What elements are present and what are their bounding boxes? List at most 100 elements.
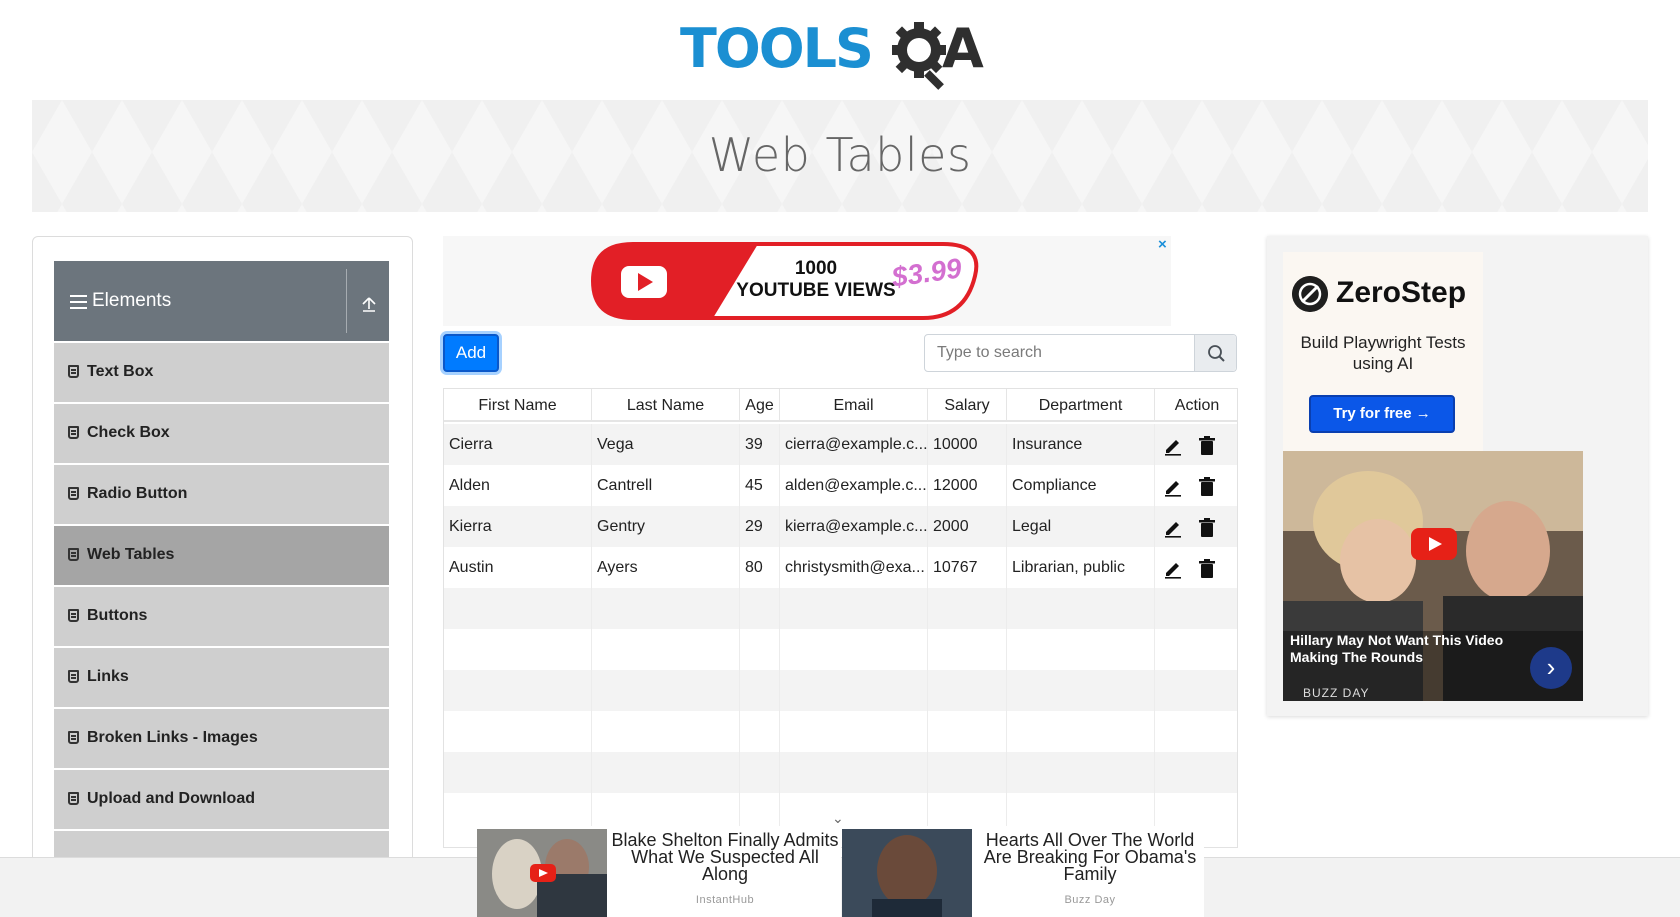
page: TOOLS A Web Tables Elements Text Box Che… xyxy=(0,0,1680,917)
try-for-free-button[interactable]: Try for free → xyxy=(1309,395,1455,433)
ad-banner-top[interactable]: 1000 YOUTUBE VIEWS $3.99 xyxy=(443,236,1171,326)
sidebar-item-label: Check Box xyxy=(87,424,170,441)
page-title: Web Tables xyxy=(708,128,972,182)
play-video-icon[interactable] xyxy=(1411,528,1457,560)
ad-line1: 1000 xyxy=(795,258,837,279)
table-row-empty xyxy=(444,588,1237,629)
delete-icon[interactable] xyxy=(1197,436,1217,456)
chevron-right-icon[interactable]: › xyxy=(1530,647,1572,689)
cell-last-name: Ayers xyxy=(592,547,740,588)
cell-last-name: Gentry xyxy=(592,506,740,547)
cell-first-name: Kierra xyxy=(444,506,592,547)
news-ad-1-image xyxy=(477,829,607,917)
col-header-email[interactable]: Email xyxy=(780,389,928,422)
logo-text-tools: TOOLS xyxy=(680,17,874,80)
cell-email: alden@example.c... xyxy=(780,465,928,506)
photo-caption[interactable]: Hillary May Not Want This Video Making T… xyxy=(1290,632,1520,666)
delete-icon[interactable] xyxy=(1197,559,1217,579)
ad-line2: YOUTUBE VIEWS xyxy=(736,280,895,301)
html5-icon xyxy=(68,426,79,439)
youtube-views-ad: 1000 YOUTUBE VIEWS $3.99 xyxy=(590,242,979,320)
news-ad-2-image xyxy=(842,829,972,917)
cell-first-name: Alden xyxy=(444,465,592,506)
html5-icon xyxy=(68,792,79,805)
search-box xyxy=(924,334,1237,372)
search-icon xyxy=(1208,345,1225,362)
table-header: First Name Last Name Age Email Salary De… xyxy=(444,389,1237,422)
sidebar-item-label: Radio Button xyxy=(87,485,188,502)
elements-group-header[interactable]: Elements xyxy=(54,261,389,341)
web-table: First Name Last Name Age Email Salary De… xyxy=(443,388,1238,848)
sidebar-item-broken-links[interactable]: Broken Links - Images xyxy=(54,707,389,768)
ad-close-icon[interactable]: × xyxy=(1158,236,1167,253)
news-ad-2[interactable]: Hearts All Over The World Are Breaking F… xyxy=(842,826,1204,917)
sidebar-item-upload-download[interactable]: Upload and Download xyxy=(54,768,389,829)
col-header-age[interactable]: Age xyxy=(740,389,780,422)
zerostep-tagline: Build Playwright Tests using AI xyxy=(1300,333,1466,373)
sidebar-item-label: Buttons xyxy=(87,607,148,624)
cell-salary: 2000 xyxy=(928,506,1007,547)
cell-first-name: Cierra xyxy=(444,424,592,465)
table-row: Austin Ayers 80 christysmith@exa... 1076… xyxy=(444,547,1237,588)
delete-icon[interactable] xyxy=(1197,518,1217,538)
delete-icon[interactable] xyxy=(1197,477,1217,497)
table-row: Kierra Gentry 29 kierra@example.c... 200… xyxy=(444,506,1237,547)
chevron-down-icon[interactable]: ⌄ xyxy=(832,810,844,827)
cell-salary: 10000 xyxy=(928,424,1007,465)
cell-age: 29 xyxy=(740,506,780,547)
cell-last-name: Vega xyxy=(592,424,740,465)
cell-first-name: Austin xyxy=(444,547,592,588)
col-header-department[interactable]: Department xyxy=(1007,389,1155,422)
cell-salary: 10767 xyxy=(928,547,1007,588)
cell-action xyxy=(1155,506,1237,547)
search-input[interactable] xyxy=(925,335,1196,371)
cell-age: 39 xyxy=(740,424,780,465)
zerostep-logo-icon xyxy=(1292,276,1328,312)
sidebar-item-label: Text Box xyxy=(87,363,154,380)
sidebar-item-web-tables[interactable]: Web Tables xyxy=(54,524,389,585)
col-header-action[interactable]: Action xyxy=(1155,389,1237,422)
news-ad-1-source: InstantHub xyxy=(695,894,755,906)
cell-salary: 12000 xyxy=(928,465,1007,506)
sidebar-item-check-box[interactable]: Check Box xyxy=(54,402,389,463)
edit-icon[interactable] xyxy=(1163,436,1183,456)
table-row: Cierra Vega 39 cierra@example.c... 10000… xyxy=(444,424,1237,465)
news-ad-1[interactable]: Blake Shelton Finally Admits What We Sus… xyxy=(477,826,841,917)
cell-email: christysmith@exa... xyxy=(780,547,928,588)
col-header-salary[interactable]: Salary xyxy=(928,389,1007,422)
photo-source: BUZZ DAY xyxy=(1303,686,1370,700)
add-button[interactable]: Add xyxy=(443,334,499,372)
table-row-empty xyxy=(444,629,1237,670)
sidebar-item-label: Upload and Download xyxy=(87,790,255,807)
html5-icon xyxy=(68,548,79,561)
col-header-last-name[interactable]: Last Name xyxy=(592,389,740,422)
search-button[interactable] xyxy=(1194,335,1236,371)
cell-action xyxy=(1155,547,1237,588)
hamburger-icon xyxy=(70,295,87,309)
sidebar-item-links[interactable]: Links xyxy=(54,646,389,707)
cell-department: Compliance xyxy=(1007,465,1155,506)
cell-action xyxy=(1155,424,1237,465)
table-row-empty xyxy=(444,752,1237,793)
cell-action xyxy=(1155,465,1237,506)
html5-icon xyxy=(68,487,79,500)
sidebar-item-radio-button[interactable]: Radio Button xyxy=(54,463,389,524)
cell-age: 80 xyxy=(740,547,780,588)
news-ad-2-source: Buzz Day xyxy=(1064,894,1116,906)
news-ad-2-title[interactable]: Hearts All Over The World Are Breaking F… xyxy=(975,831,1205,883)
html5-icon xyxy=(68,670,79,683)
table-row-empty xyxy=(444,711,1237,752)
edit-icon[interactable] xyxy=(1163,518,1183,538)
cell-last-name: Cantrell xyxy=(592,465,740,506)
edit-icon[interactable] xyxy=(1163,477,1183,497)
toolsqa-logo[interactable]: TOOLS A xyxy=(680,14,1005,92)
sidebar-item-label: Broken Links - Images xyxy=(87,729,258,746)
table-row-empty xyxy=(444,670,1237,711)
sidebar-item-text-box[interactable]: Text Box xyxy=(54,341,389,402)
collapse-arrow-icon[interactable] xyxy=(360,295,378,313)
news-ad-1-title[interactable]: Blake Shelton Finally Admits What We Sus… xyxy=(610,831,840,883)
cell-department: Librarian, public xyxy=(1007,547,1155,588)
col-header-first-name[interactable]: First Name xyxy=(444,389,592,422)
sidebar-item-buttons[interactable]: Buttons xyxy=(54,585,389,646)
edit-icon[interactable] xyxy=(1163,559,1183,579)
